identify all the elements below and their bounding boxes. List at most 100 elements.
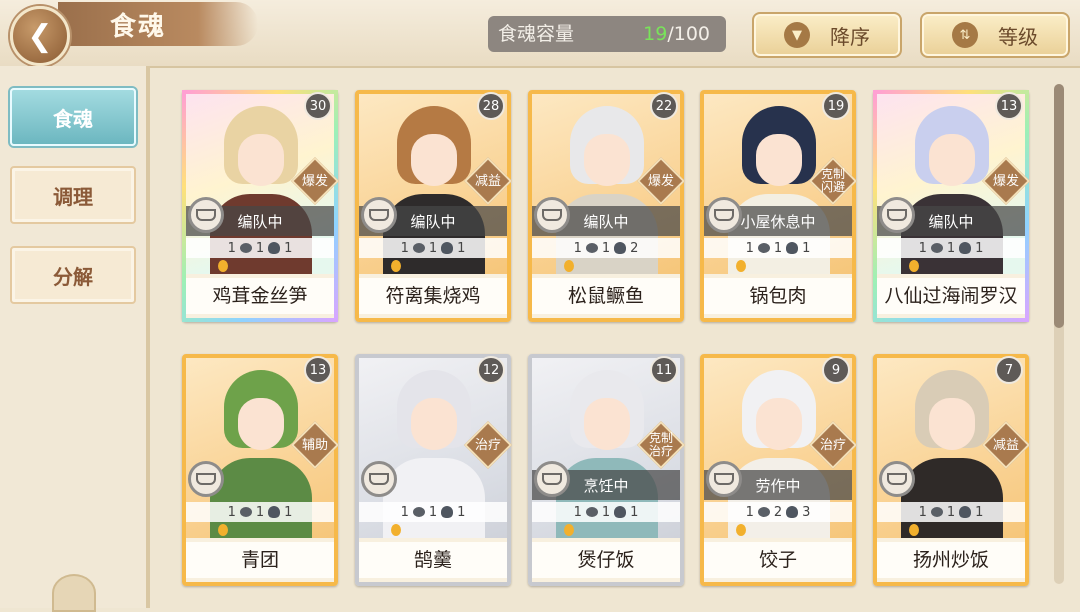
role-label: 爆发 — [647, 173, 674, 189]
level-badge: 7 — [995, 356, 1023, 384]
gold-drop-icon — [909, 524, 919, 536]
role-label: 辅助 — [301, 437, 328, 453]
eye-icon — [239, 507, 252, 517]
stat-value-2: 2 — [773, 504, 783, 520]
stat-value-3: 1 — [802, 240, 811, 256]
capacity-current: 19 — [643, 23, 668, 45]
eye-icon — [930, 507, 943, 517]
card-name: 饺子 — [704, 542, 852, 578]
gold-drop-icon — [391, 260, 401, 272]
card-name: 锅包肉 — [704, 278, 852, 314]
sort-type-label: 等级 — [998, 24, 1038, 49]
sort-order-button[interactable]: ▼ 降序 — [752, 12, 902, 58]
stat-row: 1 2 3 — [704, 502, 852, 522]
level-badge: 13 — [304, 356, 332, 384]
role-badge: 辅助 — [294, 424, 336, 466]
stat-row: 1 1 1 — [186, 238, 334, 258]
skill-icon — [614, 506, 627, 518]
role-badge: 治疗 — [467, 424, 509, 466]
stat-value-3: 1 — [284, 504, 293, 520]
food-soul-card[interactable]: 7 减益 1 1 1 扬州炒饭 — [873, 354, 1029, 586]
stat-value-2: 1 — [946, 504, 956, 520]
card-name: 符离集烧鸡 — [359, 278, 507, 314]
pot-icon — [188, 197, 224, 233]
card-name: 鹄羹 — [359, 542, 507, 578]
role-badge: 减益 — [467, 160, 509, 202]
eye-icon — [757, 507, 770, 517]
pot-icon — [534, 461, 570, 497]
role-label: 减益 — [474, 173, 501, 189]
role-badge: 爆发 — [985, 160, 1027, 202]
scrollbar-thumb[interactable] — [1054, 84, 1064, 328]
stat-value-3: 2 — [630, 240, 639, 256]
stat-row: 1 1 2 — [532, 238, 680, 258]
stat-value-1: 1 — [400, 240, 409, 256]
level-badge: 28 — [477, 92, 505, 120]
skill-icon — [959, 242, 972, 254]
sidebar-tab-shihun[interactable]: 食魂 — [10, 88, 136, 146]
skill-icon — [614, 242, 627, 254]
food-soul-card[interactable]: 22 爆发 编队中 1 1 2 松鼠鳜鱼 — [528, 90, 684, 322]
food-soul-card[interactable]: 19 克制闪避 小屋休息中 1 1 1 锅包肉 — [700, 90, 856, 322]
food-soul-card[interactable]: 30 爆发 编队中 1 1 1 鸡茸金丝笋 — [182, 90, 338, 322]
eye-icon — [757, 243, 770, 253]
role-badge: 克制治疗 — [640, 424, 682, 466]
capacity-label: 食魂容量 — [498, 23, 575, 45]
level-badge: 9 — [822, 356, 850, 384]
level-badge: 30 — [304, 92, 332, 120]
status-label: 烹饪中 — [583, 476, 629, 495]
stat-value-2: 1 — [946, 240, 956, 256]
status-label: 编队中 — [237, 212, 283, 231]
skill-icon — [441, 506, 454, 518]
sidebar-tab-tiaoli[interactable]: 调理 — [10, 166, 136, 224]
pot-icon — [361, 461, 397, 497]
skill-icon — [268, 242, 281, 254]
role-badge: 克制闪避 — [812, 160, 854, 202]
food-soul-card[interactable]: 28 减益 编队中 1 1 1 符离集烧鸡 — [355, 90, 511, 322]
skill-icon — [786, 506, 799, 518]
skill-icon — [786, 242, 799, 254]
food-soul-card[interactable]: 13 辅助 1 1 1 青团 — [182, 354, 338, 586]
card-name: 扬州炒饭 — [877, 542, 1025, 578]
stat-value-2: 1 — [255, 504, 265, 520]
eye-icon — [930, 243, 943, 253]
pot-icon — [706, 461, 742, 497]
role-badge: 减益 — [985, 424, 1027, 466]
card-name: 煲仔饭 — [532, 542, 680, 578]
food-soul-card[interactable]: 13 爆发 编队中 1 1 1 八仙过海闹罗汉 — [873, 90, 1029, 322]
role-badge: 爆发 — [640, 160, 682, 202]
role-label: 克制闪避 — [820, 167, 845, 194]
stat-value-1: 1 — [745, 240, 754, 256]
triangle-down-icon: ▼ — [784, 22, 810, 48]
skill-icon — [441, 242, 454, 254]
role-label: 治疗 — [819, 437, 846, 453]
card-name: 鸡茸金丝笋 — [186, 278, 334, 314]
gold-drop-icon — [391, 524, 401, 536]
eye-icon — [585, 507, 598, 517]
stat-value-2: 1 — [428, 504, 438, 520]
stat-value-1: 1 — [918, 240, 927, 256]
status-label: 劳作中 — [755, 476, 801, 495]
status-label: 编队中 — [928, 212, 974, 231]
level-badge: 12 — [477, 356, 505, 384]
stat-value-2: 1 — [428, 240, 438, 256]
card-name: 松鼠鳜鱼 — [532, 278, 680, 314]
level-badge: 19 — [822, 92, 850, 120]
stat-value-2: 1 — [601, 504, 611, 520]
stat-value-1: 1 — [227, 240, 236, 256]
food-soul-card[interactable]: 9 治疗劳作中 1 2 3 饺子 — [700, 354, 856, 586]
stat-row: 1 1 1 — [877, 502, 1025, 522]
skill-icon — [268, 506, 281, 518]
food-soul-card[interactable]: 12 治疗 1 1 1 鹄羹 — [355, 354, 511, 586]
food-soul-card[interactable]: 11 克制治疗 烹饪中 1 1 1 煲仔饭 — [528, 354, 684, 586]
stat-value-2: 1 — [773, 240, 783, 256]
stat-row: 1 1 1 — [532, 502, 680, 522]
card-name: 青团 — [186, 542, 334, 578]
sort-order-label: 降序 — [830, 24, 870, 49]
status-label: 编队中 — [583, 212, 629, 231]
back-arrow-icon[interactable]: ❮ — [10, 6, 70, 66]
skill-icon — [959, 506, 972, 518]
eye-icon — [412, 243, 425, 253]
sidebar-tab-fenjie[interactable]: 分解 — [10, 246, 136, 304]
sort-type-button[interactable]: ⇅ 等级 — [920, 12, 1070, 58]
